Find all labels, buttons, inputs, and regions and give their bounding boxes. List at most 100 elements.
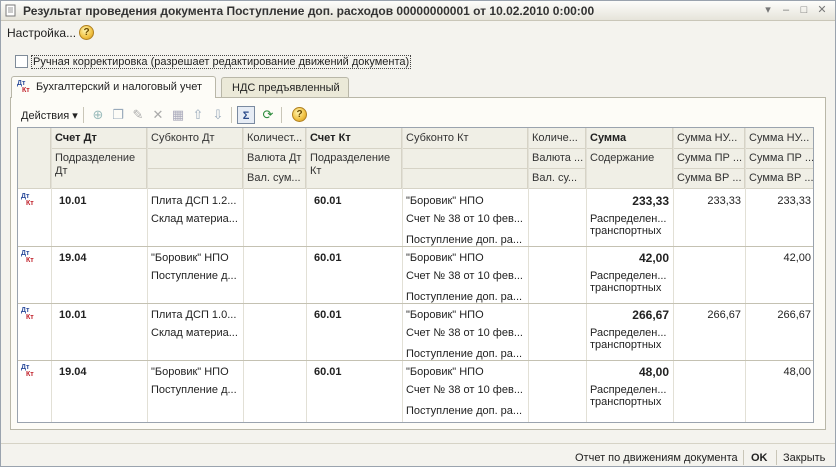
header-kolichestvo-kt[interactable]: Количе... [528,128,586,149]
header-valyuta-kt[interactable]: Валюта ... [528,149,586,169]
report-movements-link[interactable]: Отчет по движениям документа [575,452,738,464]
manual-correction-label[interactable]: Ручная корректировка (разрешает редактир… [31,55,412,69]
movements-table: Счет Дт Субконто Дт Количест... Счет Кт … [17,127,814,423]
add-icon[interactable]: ⊕ [89,106,107,124]
header-subkonto-kt[interactable]: Субконто Кт [402,128,528,149]
cell-subkonto-kt: "Боровик" НПО [406,366,484,378]
dt-kt-icon: Дт Кт [21,250,34,264]
tab-label: Бухгалтерский и налоговый учет [36,81,203,93]
document-result-window: Результат проведения документа Поступлен… [0,0,836,467]
header-summa-nu-dt[interactable]: Сумма НУ... [673,128,745,149]
header-podrazdelenie-dt[interactable]: Подразделение Дт [51,149,147,189]
cell-schet-kt: 60.01 [314,195,342,207]
header-soderzhanie[interactable]: Содержание [586,149,673,189]
cell-subkonto-dt: "Боровик" НПО [151,366,229,378]
status-bar: Отчет по движениям документа OK Закрыть [1,443,835,466]
cell-summa-nu-dt: 233,33 [707,195,741,207]
header-summa-vr-kt[interactable]: Сумма ВР ... [745,169,813,189]
copy-icon[interactable]: ❐ [109,106,127,124]
header-schet-dt[interactable]: Счет Дт [51,128,147,149]
header-val-summa-dt[interactable]: Вал. сум... [243,169,306,189]
totals-icon[interactable]: Σ [237,106,255,124]
cell-subkonto-dt: Склад материа... [151,213,238,225]
help-icon[interactable]: ? [292,107,307,122]
cell-summa: 42,00 [638,252,669,265]
header-kolichestvo-dt[interactable]: Количест... [243,128,306,149]
status-separator [743,450,744,465]
close-icon[interactable]: ✕ [815,4,829,17]
status-separator [776,450,777,465]
cell-schet-kt: 60.01 [314,366,342,378]
cell-schet-kt: 60.01 [314,309,342,321]
cell-summa-nu-kt: 42,00 [783,252,811,264]
header-subkonto-dt[interactable]: Субконто Дт [147,128,243,149]
header-icon-column [18,128,51,189]
refresh-icon[interactable]: ⟳ [259,106,277,124]
cell-soderzhanie: Распределен... транспортных [590,327,667,351]
cell-schet-dt: 19.04 [59,366,87,378]
delete-icon[interactable]: ✕ [149,106,167,124]
header-empty [147,149,243,169]
save-icon[interactable]: ▦ [169,106,187,124]
cell-subkonto-dt: Склад материа... [151,327,238,339]
move-up-icon[interactable]: ⇧ [189,106,207,124]
table-toolbar: Действия ▾ ⊕ ❐ ✎ ✕ ▦ ⇧ ⇩ Σ ⟳ ? [13,104,823,126]
cell-summa-nu-dt: 266,67 [707,309,741,321]
manual-correction-checkbox[interactable] [15,55,28,68]
header-summa[interactable]: Сумма [586,128,673,149]
document-icon [5,4,16,17]
cell-summa-nu-kt: 233,33 [777,195,811,207]
cell-subkonto-kt: Счет № 38 от 10 фев... [406,327,523,339]
toolbar-separator [231,107,232,123]
column-divider [673,128,674,422]
move-down-icon[interactable]: ⇩ [209,106,227,124]
header-summa-nu-kt[interactable]: Сумма НУ... [745,128,813,149]
header-empty [402,169,528,189]
cell-subkonto-kt: "Боровик" НПО [406,195,484,207]
minimize-icon[interactable]: – [779,4,793,17]
menu-arrow-icon[interactable]: ▾ [761,4,775,17]
ok-button[interactable]: OK [751,452,768,464]
header-summa-pr-dt[interactable]: Сумма ПР ... [673,149,745,169]
cell-summa-nu-kt: 48,00 [783,366,811,378]
cell-subkonto-kt: "Боровик" НПО [406,309,484,321]
cell-schet-dt: 10.01 [59,195,87,207]
header-valyuta-dt[interactable]: Валюта Дт [243,149,306,169]
maximize-icon[interactable]: □ [797,4,811,17]
cell-summa: 233,33 [632,195,669,208]
title-bar: Результат проведения документа Поступлен… [1,1,835,21]
header-summa-pr-kt[interactable]: Сумма ПР ... [745,149,813,169]
cell-summa: 48,00 [638,366,669,379]
toolbar-separator [281,107,282,123]
cell-subkonto-kt: Счет № 38 от 10 фев... [406,213,523,225]
cell-summa: 266,67 [632,309,669,322]
cell-schet-dt: 19.04 [59,252,87,264]
cell-subkonto-dt: Плита ДСП 1.2... [151,195,237,207]
dt-kt-icon: Дт Кт [21,193,34,207]
column-divider [51,128,52,422]
close-button[interactable]: Закрыть [783,452,825,464]
tab-accounting[interactable]: Дт Кт Бухгалтерский и налоговый учет [11,76,216,98]
actions-menu[interactable]: Действия ▾ [21,109,78,122]
dt-kt-icon: Дт Кт [17,80,30,94]
column-divider [306,128,307,422]
header-podrazdelenie-kt[interactable]: Подразделение Кт [306,149,402,189]
help-icon[interactable]: ? [79,25,94,40]
cell-subkonto-dt: Плита ДСП 1.0... [151,309,237,321]
toolbar-separator [83,107,84,123]
tab-vat[interactable]: НДС предъявленный [221,77,349,98]
column-divider [243,128,244,422]
header-empty [147,169,243,189]
edit-icon[interactable]: ✎ [129,106,147,124]
settings-menu[interactable]: Настройка... [7,26,76,40]
cell-subkonto-dt: Поступление д... [151,384,237,396]
cell-schet-dt: 10.01 [59,309,87,321]
cell-soderzhanie: Распределен... транспортных [590,213,667,237]
row-divider [18,303,813,304]
header-summa-vr-dt[interactable]: Сумма ВР ... [673,169,745,189]
cell-subkonto-kt: "Боровик" НПО [406,252,484,264]
header-val-summa-kt[interactable]: Вал. су... [528,169,586,189]
header-schet-kt[interactable]: Счет Кт [306,128,402,149]
cell-soderzhanie: Распределен... транспортных [590,270,667,294]
dt-kt-icon: Дт Кт [21,364,34,378]
